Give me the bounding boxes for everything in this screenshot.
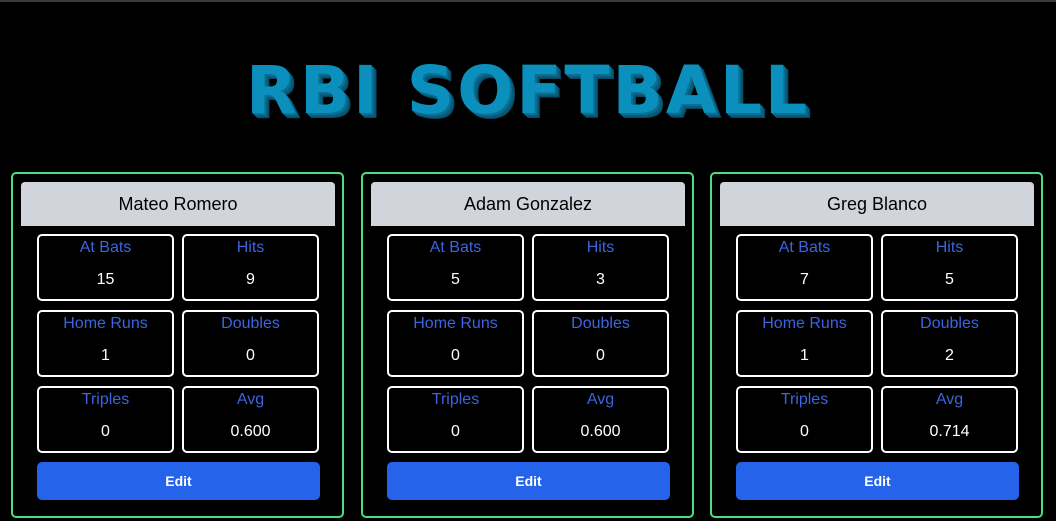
player-card: Adam Gonzalez At Bats 5 Hits 3 Home Runs… xyxy=(361,172,694,518)
stat-value: 0.714 xyxy=(929,423,970,440)
stat-value: 5 xyxy=(945,271,954,288)
stat-hits: Hits 9 xyxy=(182,234,319,301)
stat-at-bats: At Bats 5 xyxy=(387,234,524,301)
stat-label: Home Runs xyxy=(63,315,148,332)
stat-value: 0.600 xyxy=(580,423,621,440)
stat-label: Doubles xyxy=(571,315,630,332)
stat-label: Avg xyxy=(586,391,615,408)
stat-label: Hits xyxy=(935,239,964,256)
stat-label: Triples xyxy=(780,391,829,408)
stat-label: Avg xyxy=(236,391,265,408)
stat-label: Hits xyxy=(236,239,265,256)
player-name: Mateo Romero xyxy=(21,182,335,226)
window-top-border xyxy=(0,0,1056,2)
app-title: RBI SOFTBALL xyxy=(246,52,810,129)
stat-at-bats: At Bats 7 xyxy=(736,234,873,301)
player-card: Greg Blanco At Bats 7 Hits 5 Home Runs 1… xyxy=(710,172,1043,518)
stat-hits: Hits 5 xyxy=(881,234,1018,301)
edit-button[interactable]: Edit xyxy=(37,462,320,500)
edit-button[interactable]: Edit xyxy=(736,462,1019,500)
stat-label: Avg xyxy=(935,391,964,408)
stat-value: 9 xyxy=(246,271,255,288)
stat-value: 0 xyxy=(451,347,460,364)
stat-value: 1 xyxy=(800,347,809,364)
stat-value: 0 xyxy=(101,423,110,440)
stat-label: Home Runs xyxy=(762,315,847,332)
stat-label: At Bats xyxy=(79,239,132,256)
stat-value: 2 xyxy=(945,347,954,364)
stat-label: Home Runs xyxy=(413,315,498,332)
stat-label: Triples xyxy=(81,391,130,408)
stat-avg: Avg 0.600 xyxy=(532,386,669,453)
stat-label: Triples xyxy=(431,391,480,408)
player-name: Greg Blanco xyxy=(720,182,1034,226)
stat-label: At Bats xyxy=(778,239,831,256)
stat-value: 0.600 xyxy=(230,423,271,440)
player-card: Mateo Romero At Bats 15 Hits 9 Home Runs… xyxy=(11,172,344,518)
stat-avg: Avg 0.600 xyxy=(182,386,319,453)
stat-triples: Triples 0 xyxy=(387,386,524,453)
stat-value: 0 xyxy=(246,347,255,364)
stat-label: Doubles xyxy=(221,315,280,332)
stat-hits: Hits 3 xyxy=(532,234,669,301)
stat-value: 0 xyxy=(451,423,460,440)
stat-value: 15 xyxy=(96,271,115,288)
stat-value: 3 xyxy=(596,271,605,288)
stat-doubles: Doubles 0 xyxy=(182,310,319,377)
stat-label: Doubles xyxy=(920,315,979,332)
stat-doubles: Doubles 0 xyxy=(532,310,669,377)
stat-home-runs: Home Runs 0 xyxy=(387,310,524,377)
stat-value: 0 xyxy=(800,423,809,440)
stat-label: Hits xyxy=(586,239,615,256)
stat-avg: Avg 0.714 xyxy=(881,386,1018,453)
stat-triples: Triples 0 xyxy=(736,386,873,453)
stat-at-bats: At Bats 15 xyxy=(37,234,174,301)
stat-home-runs: Home Runs 1 xyxy=(37,310,174,377)
edit-button[interactable]: Edit xyxy=(387,462,670,500)
stat-value: 0 xyxy=(596,347,605,364)
stat-value: 1 xyxy=(101,347,110,364)
stat-triples: Triples 0 xyxy=(37,386,174,453)
stat-value: 5 xyxy=(451,271,460,288)
stat-home-runs: Home Runs 1 xyxy=(736,310,873,377)
stat-doubles: Doubles 2 xyxy=(881,310,1018,377)
stat-label: At Bats xyxy=(429,239,482,256)
player-name: Adam Gonzalez xyxy=(371,182,685,226)
stat-value: 7 xyxy=(800,271,809,288)
